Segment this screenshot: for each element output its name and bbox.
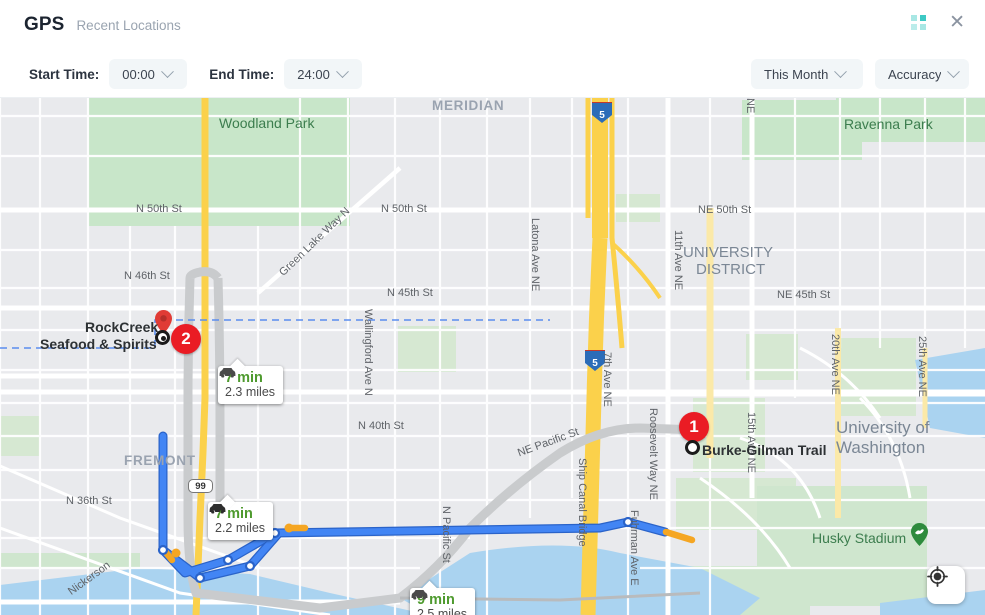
title-bar: GPS Recent Locations ✕ bbox=[0, 0, 985, 50]
map-canvas[interactable]: 5 5 99 Woodland Park Ravenna Park MERIDI… bbox=[0, 98, 985, 615]
chevron-down-icon bbox=[160, 64, 174, 78]
accuracy-value: Accuracy bbox=[888, 66, 942, 82]
route-99-shield: 99 bbox=[188, 479, 213, 493]
title-group: GPS Recent Locations bbox=[24, 14, 181, 36]
route-distance: 2.5 miles bbox=[417, 607, 468, 615]
route-info-3[interactable]: 9 min 2.5 miles bbox=[410, 580, 476, 615]
location-badge-2[interactable]: 2 bbox=[171, 324, 201, 354]
location-badge-1[interactable]: 1 bbox=[679, 412, 709, 442]
date-range-select[interactable]: This Month bbox=[751, 59, 863, 89]
filter-toolbar: Start Time: 00:00 End Time: 24:00 This M… bbox=[0, 50, 985, 98]
waypoint-marker-2[interactable] bbox=[155, 330, 170, 345]
chevron-down-icon bbox=[834, 64, 848, 78]
map-basemap bbox=[0, 98, 985, 615]
grid-icon[interactable] bbox=[911, 14, 927, 31]
car-icon bbox=[209, 504, 226, 514]
range-filters: This Month Accuracy bbox=[751, 50, 969, 98]
gps-recent-locations-window: GPS Recent Locations ✕ Start Time: 00:00… bbox=[0, 0, 985, 615]
page-title: GPS bbox=[24, 14, 65, 35]
start-time-label: Start Time: bbox=[29, 66, 100, 82]
car-icon bbox=[411, 590, 428, 600]
park-pin-icon bbox=[911, 523, 928, 546]
page-subtitle: Recent Locations bbox=[76, 18, 181, 33]
close-icon[interactable]: ✕ bbox=[949, 13, 965, 32]
time-filters: Start Time: 00:00 End Time: 24:00 bbox=[29, 50, 363, 98]
route-info-1[interactable]: 7 min 2.3 miles bbox=[218, 358, 284, 404]
chevron-down-icon bbox=[947, 64, 961, 78]
end-time-label: End Time: bbox=[209, 66, 275, 82]
date-range-value: This Month bbox=[764, 66, 829, 82]
route-info-2[interactable]: 7 min 2.2 miles bbox=[208, 494, 274, 540]
recenter-button[interactable] bbox=[927, 566, 965, 604]
start-time-select[interactable]: 00:00 bbox=[109, 59, 188, 89]
window-actions: ✕ bbox=[911, 13, 965, 32]
end-time-value: 24:00 bbox=[297, 66, 330, 82]
accuracy-select[interactable]: Accuracy bbox=[875, 59, 969, 89]
start-time-value: 00:00 bbox=[122, 66, 155, 82]
waypoint-marker-1[interactable] bbox=[685, 440, 700, 455]
chevron-down-icon bbox=[335, 64, 349, 78]
route-distance: 2.3 miles bbox=[225, 385, 276, 399]
end-time-select[interactable]: 24:00 bbox=[284, 59, 363, 89]
crosshair-icon bbox=[927, 566, 948, 587]
car-icon bbox=[219, 368, 236, 378]
route-distance: 2.2 miles bbox=[215, 521, 266, 535]
